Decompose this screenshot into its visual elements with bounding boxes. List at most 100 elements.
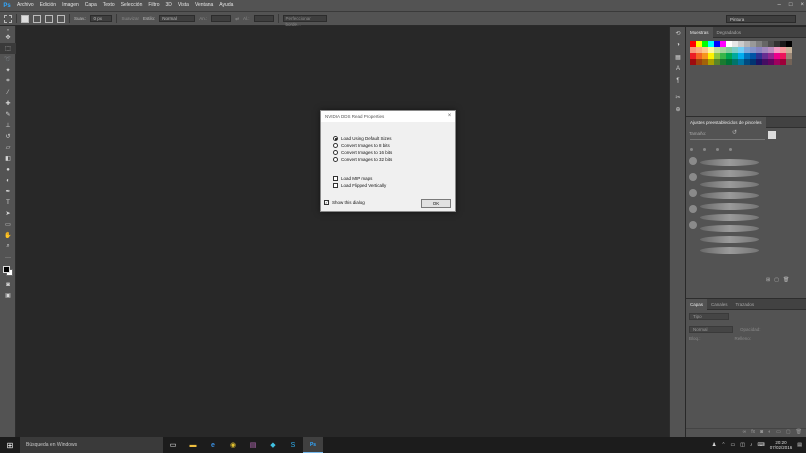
checkbox[interactable] [333,183,338,188]
tab-canales[interactable]: Canales [707,299,732,310]
hand-tool-icon[interactable]: ✋ [0,230,16,241]
tab-muestras[interactable]: Muestras [686,26,713,38]
history-brush-tool-icon[interactable]: ↺ [0,131,16,142]
dialog-close-button[interactable]: × [446,113,453,120]
subtract-selection-icon[interactable] [45,14,53,23]
brush-preset[interactable] [700,203,759,210]
radio-16-bits[interactable]: Convert Images to 16 bits [333,150,392,155]
intersect-selection-icon[interactable] [57,14,65,23]
type-tool-icon[interactable]: T [0,197,16,208]
menu-item-edicion[interactable]: Edición [37,0,59,11]
workspace-canvas[interactable] [17,27,668,437]
checkbox[interactable] [333,176,338,181]
dodge-tool-icon[interactable]: ◐ [0,175,16,186]
zoom-tool-icon[interactable]: ⌕ [0,241,16,252]
swatches-icon[interactable]: ▦ [670,51,686,63]
color-swatches[interactable] [0,263,16,279]
menu-item-ventana[interactable]: Ventana [192,0,216,11]
radio-button[interactable] [333,150,338,155]
color-icon[interactable]: ◑ [670,39,686,51]
link-layers-icon[interactable]: ∞ [743,429,747,437]
battery-icon[interactable]: ▭ [731,442,736,448]
antialias-checkbox[interactable]: Suavizar [121,16,139,21]
radio-button[interactable] [333,136,338,141]
add-mask-icon[interactable]: ◙ [760,429,763,437]
magic-wand-tool-icon[interactable]: ✦ [0,65,16,76]
eraser-tool-icon[interactable]: ▱ [0,142,16,153]
app-icon[interactable]: ◆ [263,437,283,453]
new-brush-icon[interactable]: ▢ [774,277,779,283]
reset-icon[interactable]: ↺ [732,129,737,136]
close-button[interactable]: × [800,0,804,11]
windows-start-icon[interactable]: ⊞ [0,437,20,453]
brush-preset[interactable] [700,225,759,232]
marquee-tool-icon[interactable]: ⬚ [0,43,16,54]
history-icon[interactable]: ⟲ [670,27,686,39]
brush-tool-icon[interactable]: ✎ [0,109,16,120]
notifications-icon[interactable]: ▤ [797,442,802,448]
brush-preset[interactable] [700,214,759,221]
chevron-up-icon[interactable]: ⌃ [721,442,725,448]
brush-preset[interactable] [700,236,759,243]
delete-layer-icon[interactable]: 🗑 [796,429,802,437]
ok-button[interactable]: OK [421,199,451,208]
radio-8-bits[interactable]: Convert Images to 8 bits [333,143,390,148]
radio-button[interactable] [333,143,338,148]
clock[interactable]: 20:20 07/02/2016 [770,440,793,451]
character-icon[interactable]: A [670,63,686,75]
chrome-icon[interactable]: ◉ [223,437,243,453]
screen-mode-icon[interactable]: ▣ [0,290,16,301]
edge-browser-icon[interactable]: e [203,437,223,453]
swap-icon[interactable]: ⇄ [235,16,239,22]
brush-panel-icon[interactable] [768,131,776,139]
brush-settings-icon[interactable]: ✂ [670,91,686,103]
skype-icon[interactable]: S [283,437,303,453]
crop-tool-icon[interactable]: ⌗ [0,76,16,87]
checkbox-load-mip-maps[interactable]: Load MIP maps [333,176,372,181]
tab-trazados[interactable]: Trazados [732,299,759,310]
path-selection-tool-icon[interactable]: ➤ [0,208,16,219]
layer-kind-filter[interactable]: Tipo [689,313,729,320]
lasso-tool-icon[interactable]: ➰ [0,54,16,65]
menu-item-3d[interactable]: 3D [163,0,175,11]
delete-brush-icon[interactable]: 🗑 [783,277,789,283]
brush-preset[interactable] [700,192,759,199]
paragraph-icon[interactable]: ¶ [670,75,686,87]
gradient-tool-icon[interactable]: ◧ [0,153,16,164]
toggle-panel-icon[interactable]: ⊞ [766,277,770,283]
brush-list[interactable] [686,155,767,275]
quick-mask-icon[interactable]: ◙ [0,279,16,290]
photoshop-logo[interactable]: Ps [0,0,14,11]
tab-capas[interactable]: Capas [686,298,708,310]
height-input[interactable] [253,15,274,22]
pen-tool-icon[interactable]: ✒ [0,186,16,197]
clone-stamp-tool-icon[interactable]: ⊥ [0,120,16,131]
new-selection-icon[interactable] [21,14,29,23]
new-group-icon[interactable]: ▭ [776,429,781,437]
tab-brush-presets[interactable]: Ajustes preestablecidos de pinceles [686,116,766,128]
eyedropper-tool-icon[interactable]: ⁄ [0,87,16,98]
taskbar-search-input[interactable]: Búsqueda en Windows [20,437,163,453]
menu-item-filtro[interactable]: Filtro [145,0,162,11]
style-select[interactable]: Normal [159,15,196,22]
maximize-button[interactable]: □ [789,0,793,11]
volume-icon[interactable]: ♪ [750,442,753,448]
minimize-button[interactable]: – [778,0,781,11]
layer-style-icon[interactable]: fx [751,429,755,437]
photoshop-taskbar-icon[interactable]: Ps [303,437,323,453]
keyboard-icon[interactable]: ⌨ [758,442,765,448]
blur-tool-icon[interactable]: ● [0,164,16,175]
color-swatch[interactable] [786,59,792,65]
menu-item-capa[interactable]: Capa [82,0,100,11]
dialog-title-bar[interactable]: NVIDIA DDS Read Properties × [321,111,455,122]
menu-item-texto[interactable]: Texto [100,0,118,11]
task-view-icon[interactable]: ▭ [163,437,183,453]
brush-preset[interactable] [700,170,759,177]
feather-input[interactable]: 0 px [90,15,113,22]
menu-item-ayuda[interactable]: Ayuda [216,0,236,11]
blend-mode-select[interactable]: Normal [689,326,733,333]
add-selection-icon[interactable] [33,14,41,23]
brush-preset[interactable] [700,159,759,166]
clone-source-icon[interactable]: ⊕ [670,103,686,115]
people-icon[interactable]: ♟ [712,442,716,448]
